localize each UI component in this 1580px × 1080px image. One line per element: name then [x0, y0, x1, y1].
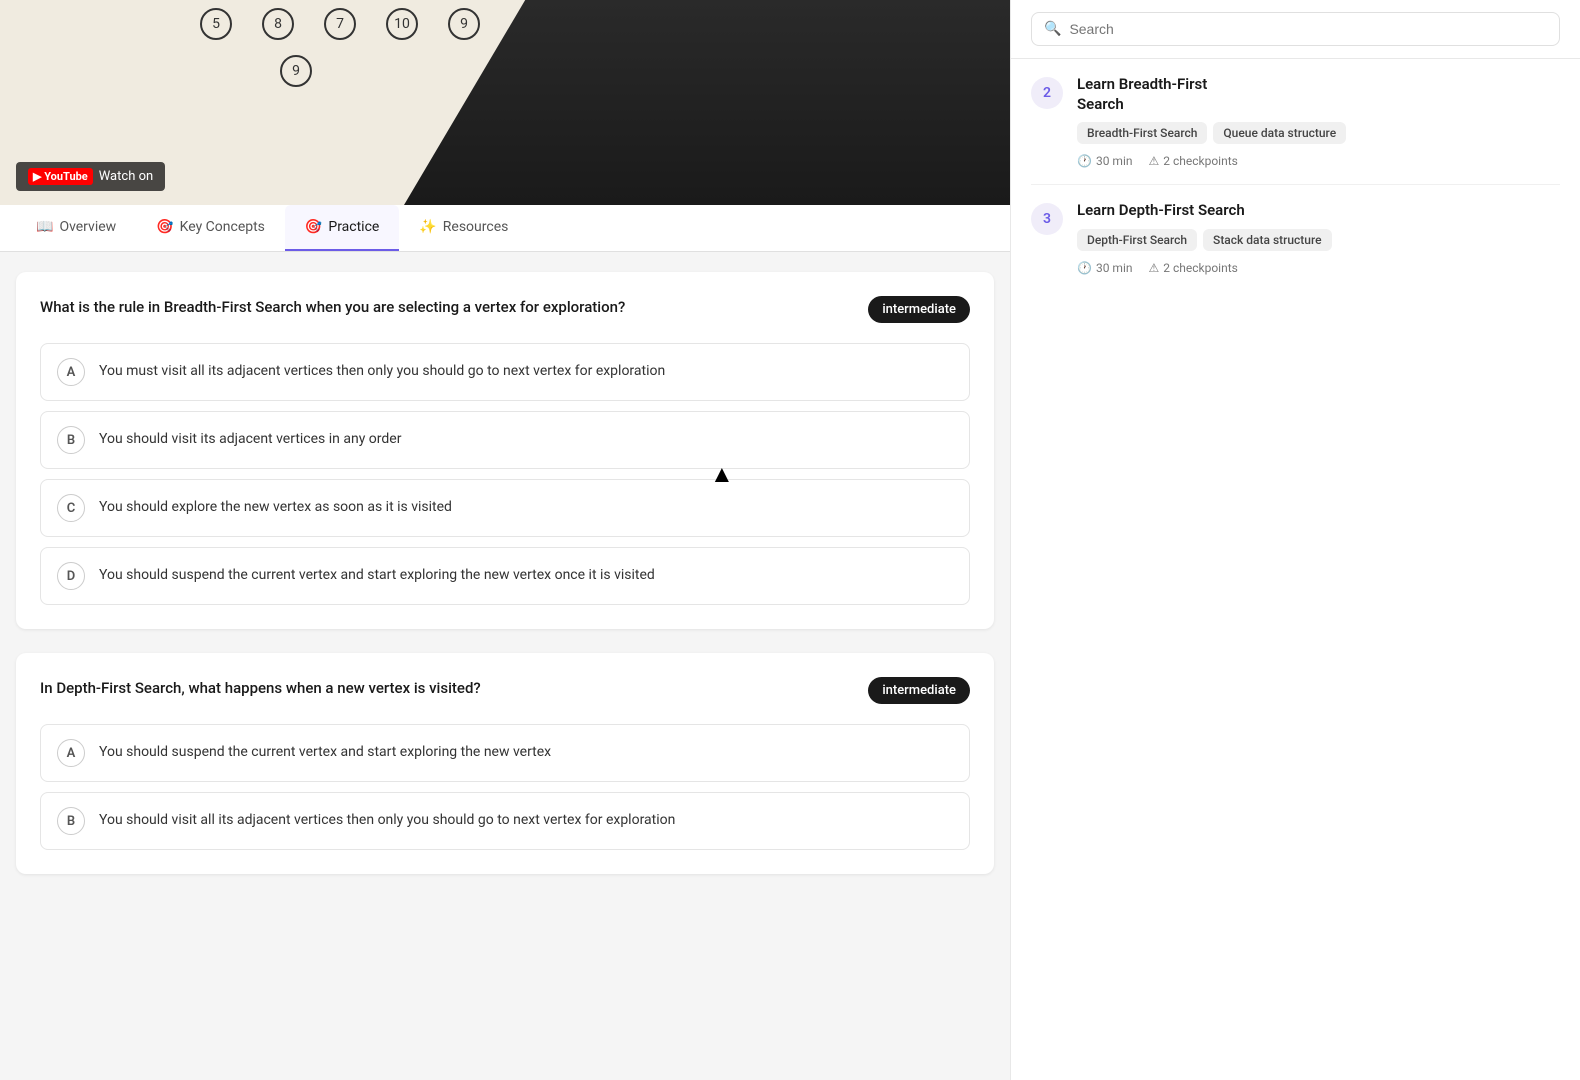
lesson-3-time-value: 30 min [1096, 261, 1133, 275]
lesson-2-tag-1: Breadth-First Search [1077, 122, 1207, 144]
tabs-bar: 📖 Overview 🎯 Key Concepts 🎯 Practice ✨ R… [0, 205, 1010, 252]
lesson-2-tag-2: Queue data structure [1213, 122, 1346, 144]
option-text-c: You should explore the new vertex as soo… [99, 498, 452, 518]
lesson-2-meta: 🕐 30 min ⚠ 2 checkpoints [1077, 154, 1560, 168]
tab-key-concepts-label: Key Concepts [180, 219, 265, 235]
practice-icon: 🎯 [305, 219, 322, 235]
node-10: 10 [386, 8, 418, 40]
option-text-d: You should suspend the current vertex an… [99, 566, 655, 586]
question-2-difficulty: intermediate [868, 677, 970, 704]
lesson-number-2: 2 [1031, 77, 1063, 109]
lesson-2-time-value: 30 min [1096, 154, 1133, 168]
question-card-2: In Depth-First Search, what happens when… [16, 653, 994, 874]
lesson-2-title-prefix: Learn Breadth-FirstSearch [1077, 75, 1207, 113]
lesson-3-tag-2: Stack data structure [1203, 229, 1332, 251]
node-9-lower: 9 [280, 55, 312, 87]
tab-key-concepts[interactable]: 🎯 Key Concepts [136, 205, 285, 251]
youtube-badge[interactable]: ▶ YouTube Watch on [16, 162, 165, 191]
option-text-a: You must visit all its adjacent vertices… [99, 362, 665, 382]
node-8: 8 [262, 8, 294, 40]
option-2-text-a: You should suspend the current vertex an… [99, 743, 551, 763]
option-letter-b: B [57, 426, 85, 454]
lesson-item-3[interactable]: 3 Learn Depth-First Search Depth-First S… [1031, 201, 1560, 275]
tab-overview[interactable]: 📖 Overview [16, 205, 136, 251]
tab-resources-label: Resources [443, 219, 509, 235]
overview-icon: 📖 [36, 219, 53, 235]
question-2-header: In Depth-First Search, what happens when… [40, 677, 970, 704]
option-letter-c: C [57, 494, 85, 522]
tab-overview-label: Overview [59, 219, 116, 235]
question-1-text: What is the rule in Breadth-First Search… [40, 296, 852, 319]
options-list-1: A You must visit all its adjacent vertic… [40, 343, 970, 605]
node-5: 5 [200, 8, 232, 40]
lesson-2-checkpoints: ⚠ 2 checkpoints [1149, 154, 1238, 168]
option-2-a[interactable]: A You should suspend the current vertex … [40, 724, 970, 782]
lesson-body-2: Learn Breadth-FirstSearch Breadth-First … [1077, 75, 1560, 168]
lesson-3-checkpoints: ⚠ 2 checkpoints [1149, 261, 1238, 275]
sidebar: 🔍 2 Learn Breadth-FirstSearch Breadth-Fi… [1010, 0, 1580, 1080]
option-2-letter-b: B [57, 807, 85, 835]
option-1-c[interactable]: C You should explore the new vertex as s… [40, 479, 970, 537]
checkpoint-icon-3: ⚠ [1149, 261, 1160, 275]
tab-practice-label: Practice [328, 219, 379, 235]
option-2-text-b: You should visit all its adjacent vertic… [99, 811, 675, 831]
question-2-text: In Depth-First Search, what happens when… [40, 677, 852, 700]
sidebar-search-section: 🔍 [1011, 0, 1580, 59]
option-2-letter-a: A [57, 739, 85, 767]
clock-icon-3: 🕐 [1077, 261, 1092, 275]
option-1-a[interactable]: A You must visit all its adjacent vertic… [40, 343, 970, 401]
watch-on-label: Watch on [99, 169, 153, 184]
video-area: 5 8 7 10 9 9 ▶ YouTube Watch on [0, 0, 1010, 205]
checkpoint-icon-2: ⚠ [1149, 154, 1160, 168]
lesson-3-tag-1: Depth-First Search [1077, 229, 1197, 251]
search-input-wrap[interactable]: 🔍 [1031, 12, 1560, 46]
option-1-b[interactable]: B You should visit its adjacent vertices… [40, 411, 970, 469]
search-icon: 🔍 [1044, 21, 1061, 37]
main-content: 5 8 7 10 9 9 ▶ YouTube Watch on 📖 Overvi… [0, 0, 1010, 1080]
search-input[interactable] [1069, 21, 1547, 37]
youtube-logo: ▶ YouTube [28, 168, 93, 185]
node-7: 7 [324, 8, 356, 40]
lesson-3-tags: Depth-First Search Stack data structure [1077, 229, 1560, 251]
tab-resources[interactable]: ✨ Resources [399, 205, 528, 251]
options-list-2: A You should suspend the current vertex … [40, 724, 970, 850]
question-1-header: What is the rule in Breadth-First Search… [40, 296, 970, 323]
lesson-body-3: Learn Depth-First Search Depth-First Sea… [1077, 201, 1560, 275]
video-board-numbers: 5 8 7 10 9 [200, 8, 480, 40]
lesson-number-3: 3 [1031, 203, 1063, 235]
sidebar-lessons-list: 2 Learn Breadth-FirstSearch Breadth-Firs… [1011, 59, 1580, 291]
option-1-d[interactable]: D You should suspend the current vertex … [40, 547, 970, 605]
lesson-3-meta: 🕐 30 min ⚠ 2 checkpoints [1077, 261, 1560, 275]
lesson-2-tags: Breadth-First Search Queue data structur… [1077, 122, 1560, 144]
practice-content: What is the rule in Breadth-First Search… [0, 252, 1010, 894]
lesson-2-title: Learn Breadth-FirstSearch [1077, 75, 1560, 114]
node-9-top: 9 [448, 8, 480, 40]
option-text-b: You should visit its adjacent vertices i… [99, 430, 401, 450]
option-letter-a: A [57, 358, 85, 386]
tab-practice[interactable]: 🎯 Practice [285, 205, 399, 251]
lesson-3-title: Learn Depth-First Search [1077, 201, 1560, 221]
lesson-2-time: 🕐 30 min [1077, 154, 1133, 168]
key-concepts-icon: 🎯 [156, 219, 173, 235]
lesson-3-checkpoints-value: 2 checkpoints [1163, 261, 1238, 275]
lesson-3-time: 🕐 30 min [1077, 261, 1133, 275]
clock-icon-2: 🕐 [1077, 154, 1092, 168]
lesson-item-2[interactable]: 2 Learn Breadth-FirstSearch Breadth-Firs… [1031, 75, 1560, 168]
lesson-2-checkpoints-value: 2 checkpoints [1163, 154, 1238, 168]
question-1-difficulty: intermediate [868, 296, 970, 323]
question-card-1: What is the rule in Breadth-First Search… [16, 272, 994, 629]
option-2-b[interactable]: B You should visit all its adjacent vert… [40, 792, 970, 850]
resources-icon: ✨ [419, 219, 436, 235]
lesson-divider-1 [1031, 184, 1560, 185]
option-letter-d: D [57, 562, 85, 590]
